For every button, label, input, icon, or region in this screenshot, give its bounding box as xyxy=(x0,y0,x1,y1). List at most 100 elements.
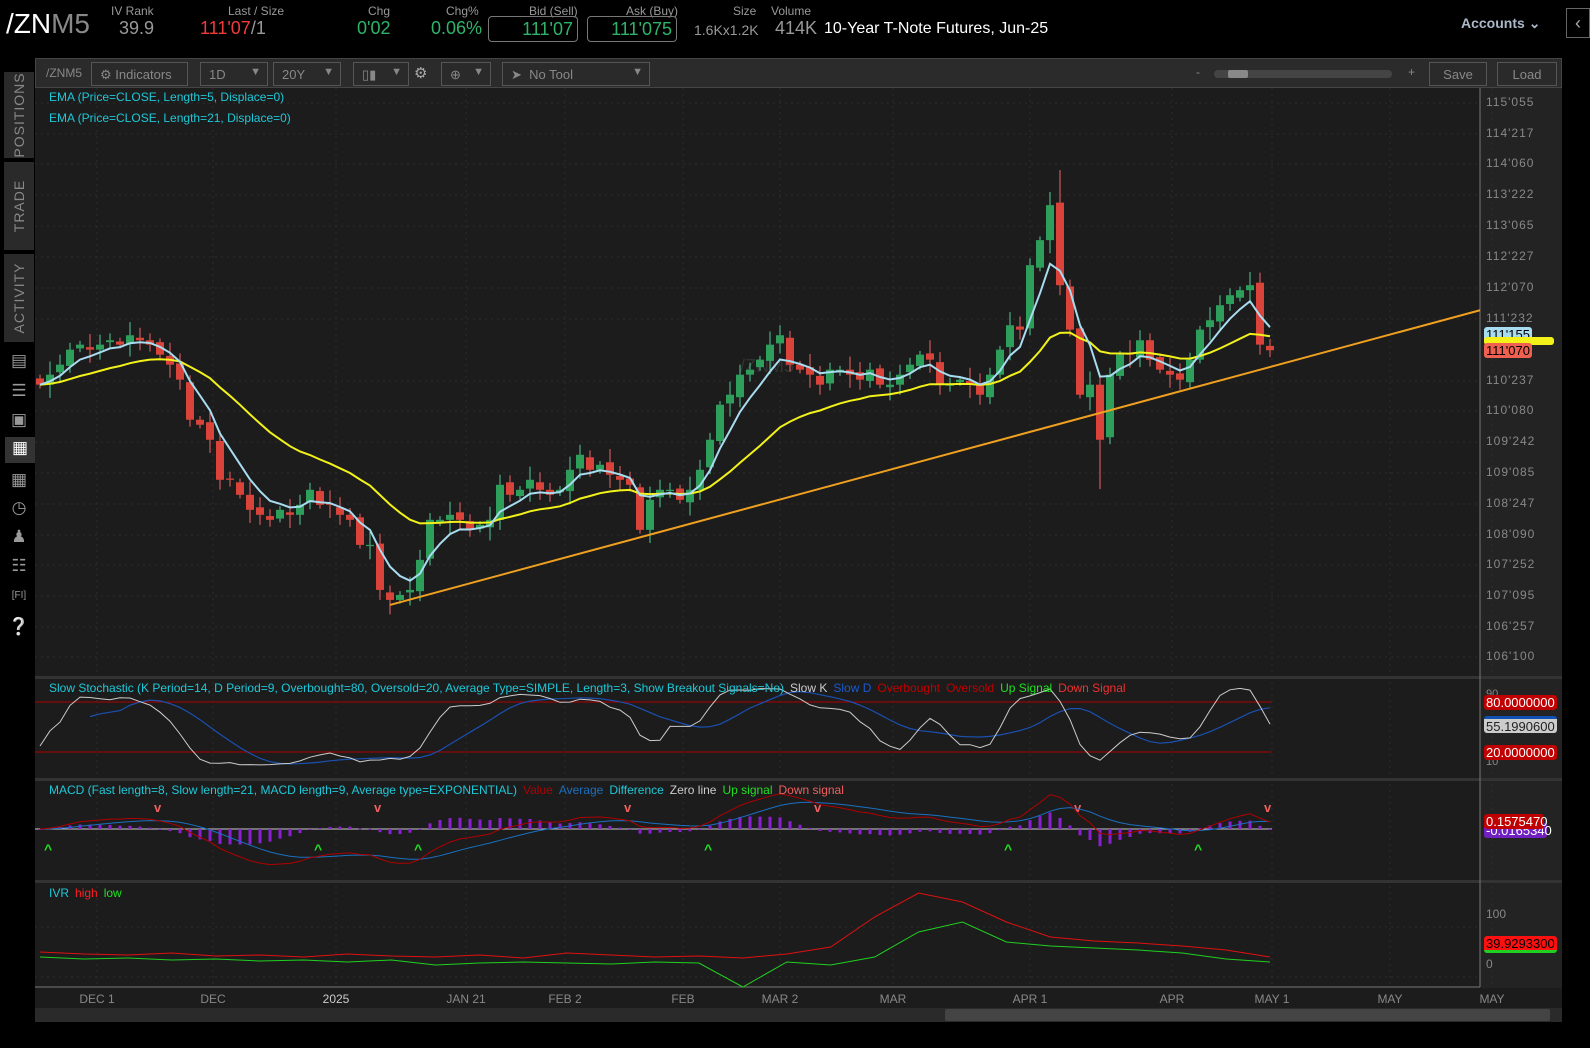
macd-histogram-bar xyxy=(368,828,372,830)
macd-histogram-bar xyxy=(1088,829,1092,840)
candle-body xyxy=(1116,354,1124,376)
legend-slow-d: Slow D xyxy=(833,681,872,695)
candle-body xyxy=(1226,295,1234,304)
price-axis-label: 110'080 xyxy=(1486,403,1535,417)
candle-body xyxy=(956,379,964,383)
up-signal-arrow: ^ xyxy=(1194,841,1202,857)
up-signal-arrow: ^ xyxy=(44,841,52,857)
candle-body xyxy=(526,479,534,489)
macd-histogram-bar xyxy=(948,829,952,834)
macd-histogram-bar xyxy=(498,818,502,829)
macd-histogram-bar xyxy=(448,818,452,829)
candle-body xyxy=(226,478,234,480)
time-axis-label: FEB 2 xyxy=(548,992,582,1006)
overbought-marker: 80.0000000 xyxy=(1484,695,1557,710)
ivr-title[interactable]: IVR high low xyxy=(49,886,128,900)
ema21-label[interactable]: EMA (Price=CLOSE, Length=21, Displace=0) xyxy=(49,111,291,125)
ivr-axis-100: 100 xyxy=(1486,907,1507,921)
macd-histogram-bar xyxy=(748,816,752,829)
macd-histogram-bar xyxy=(358,828,362,830)
macd-histogram-bar xyxy=(338,826,342,829)
price-axis-label: 114'060 xyxy=(1486,156,1535,170)
macd-histogram-bar xyxy=(708,825,712,829)
candle-body xyxy=(866,369,874,381)
candle-body xyxy=(596,464,604,470)
candle-body xyxy=(1166,370,1174,375)
last-price-marker: 111'070 xyxy=(1484,343,1532,358)
candle-body xyxy=(406,589,414,593)
macd-title[interactable]: MACD (Fast length=8, Slow length=21, MAC… xyxy=(49,783,850,797)
macd-histogram-bar xyxy=(788,821,792,829)
macd-histogram-bar xyxy=(558,823,562,829)
price-axis-label: 108'247 xyxy=(1486,496,1536,510)
price-axis-label: 107'252 xyxy=(1486,557,1536,571)
candle-body xyxy=(776,335,784,344)
macd-histogram-bar xyxy=(288,829,292,837)
legend-up-signal: Up Signal xyxy=(1000,681,1053,695)
time-axis-label: MAY 1 xyxy=(1254,992,1290,1006)
price-axis-label: 109'242 xyxy=(1486,434,1536,448)
macd-histogram-bar xyxy=(118,825,122,829)
down-signal-arrow: v xyxy=(374,800,382,815)
macd-histogram-bar xyxy=(778,817,782,829)
macd-histogram-bar xyxy=(968,829,972,834)
up-signal-arrow: ^ xyxy=(1004,841,1012,857)
candle-body xyxy=(386,592,394,600)
macd-histogram-bar xyxy=(978,829,982,835)
panel-divider xyxy=(35,778,1562,781)
price-axis-label: 113'065 xyxy=(1486,218,1535,232)
stoch-title[interactable]: Slow Stochastic (K Period=14, D Period=9… xyxy=(49,681,1132,695)
macd-histogram-bar xyxy=(1008,826,1012,829)
candle-body xyxy=(286,512,294,515)
time-axis-label: DEC 1 xyxy=(79,992,115,1006)
candle-body xyxy=(916,354,924,366)
macd-histogram-bar xyxy=(168,829,172,832)
legend-down-signal: Down Signal xyxy=(1058,681,1126,695)
macd-histogram-bar xyxy=(798,824,802,829)
macd-histogram-bar xyxy=(878,829,882,836)
candle-body xyxy=(136,337,144,341)
macd-histogram-bar xyxy=(458,817,462,829)
candle-body xyxy=(1246,285,1254,291)
down-signal-arrow: v xyxy=(1264,800,1272,815)
legend-overbought: Overbought xyxy=(877,681,941,695)
candle-body xyxy=(456,512,464,520)
candle-body xyxy=(1106,374,1114,438)
scrollbar-thumb[interactable] xyxy=(945,1009,1550,1021)
macd-histogram-bar xyxy=(1068,825,1072,829)
macd-histogram-bar xyxy=(418,828,422,830)
candle-body xyxy=(1006,325,1014,348)
ivr-axis-0: 0 xyxy=(1486,957,1493,971)
candle-body xyxy=(716,404,724,441)
macd-histogram-bar xyxy=(838,829,842,833)
candle-body xyxy=(206,422,214,440)
macd-histogram-bar xyxy=(648,829,652,834)
macd-histogram-bar xyxy=(678,829,682,833)
candle-body xyxy=(116,341,124,345)
candle-body xyxy=(1236,290,1244,298)
macd-histogram-bar xyxy=(808,827,812,829)
macd-histogram-bar xyxy=(998,829,1002,831)
macd-histogram-bar xyxy=(598,824,602,829)
macd-histogram-bar xyxy=(328,826,332,829)
candle-body xyxy=(506,482,514,495)
candle-body xyxy=(246,494,254,510)
time-axis-label: 2025 xyxy=(322,992,350,1006)
candle-body xyxy=(396,594,404,600)
candle-body xyxy=(1036,240,1044,268)
candle-body xyxy=(766,344,774,361)
macd-histogram-bar xyxy=(398,829,402,835)
ema5-label[interactable]: EMA (Price=CLOSE, Length=5, Displace=0) xyxy=(49,90,284,104)
macd-histogram-bar xyxy=(828,829,832,832)
candle-body xyxy=(1046,205,1054,241)
horizontal-scrollbar[interactable] xyxy=(35,1008,1562,1022)
panel-divider xyxy=(35,880,1562,883)
candle-body xyxy=(1206,320,1214,328)
macd-histogram-bar xyxy=(908,829,912,834)
macd-histogram-bar xyxy=(898,829,902,835)
legend-high: high xyxy=(75,886,98,900)
macd-histogram-bar xyxy=(1228,821,1232,829)
candle-body xyxy=(86,347,94,350)
panel-divider xyxy=(35,676,1562,679)
macd-histogram-bar xyxy=(548,822,552,829)
